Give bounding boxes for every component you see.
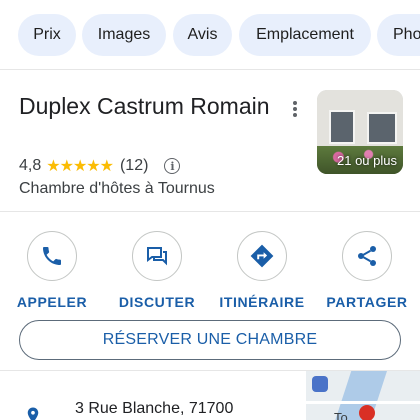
share-label: PARTAGER: [326, 294, 408, 310]
divider: [0, 211, 420, 212]
train-station-icon: [312, 376, 328, 392]
rating-row: 4,8 ★★★★★ (12) i: [19, 156, 181, 176]
directions-label: ITINÉRAIRE: [219, 294, 305, 310]
more-options-icon[interactable]: [291, 101, 299, 119]
star-rating: ★★★★★: [46, 158, 114, 175]
review-count[interactable]: (12): [120, 157, 148, 175]
chat-button[interactable]: DISCUTER: [107, 231, 207, 310]
directions-icon: [250, 244, 274, 268]
chip-avis[interactable]: Avis: [173, 14, 232, 56]
address-text[interactable]: 3 Rue Blanche, 71700: [75, 400, 233, 418]
share-button[interactable]: PARTAGER: [317, 231, 417, 310]
map-thumbnail[interactable]: To: [306, 371, 420, 420]
directions-button[interactable]: ITINÉRAIRE: [212, 231, 312, 310]
place-photo[interactable]: 21 ou plus: [317, 90, 403, 174]
chip-images[interactable]: Images: [82, 14, 166, 56]
chip-emplacement[interactable]: Emplacement: [239, 14, 371, 56]
call-label: APPELER: [16, 294, 88, 310]
chat-label: DISCUTER: [118, 294, 196, 310]
place-title: Duplex Castrum Romain: [19, 93, 270, 119]
reserve-room-button[interactable]: RÉSERVER UNE CHAMBRE: [19, 320, 401, 360]
chip-photos[interactable]: Pho: [377, 14, 420, 56]
photo-count-label: 21 ou plus: [337, 153, 397, 168]
phone-icon: [43, 247, 61, 265]
chat-icon: [147, 247, 167, 266]
divider: [0, 69, 420, 70]
info-icon[interactable]: i: [164, 158, 181, 174]
location-pin-icon: [27, 407, 39, 420]
share-icon: [358, 246, 376, 266]
rating-value: 4,8: [19, 157, 42, 174]
place-category: Chambre d'hôtes à Tournus: [19, 180, 215, 197]
filter-chips: Prix Images Avis Emplacement Pho: [0, 14, 420, 58]
call-button[interactable]: APPELER: [2, 231, 102, 310]
map-label: To: [334, 410, 348, 420]
chip-prix[interactable]: Prix: [18, 14, 76, 56]
